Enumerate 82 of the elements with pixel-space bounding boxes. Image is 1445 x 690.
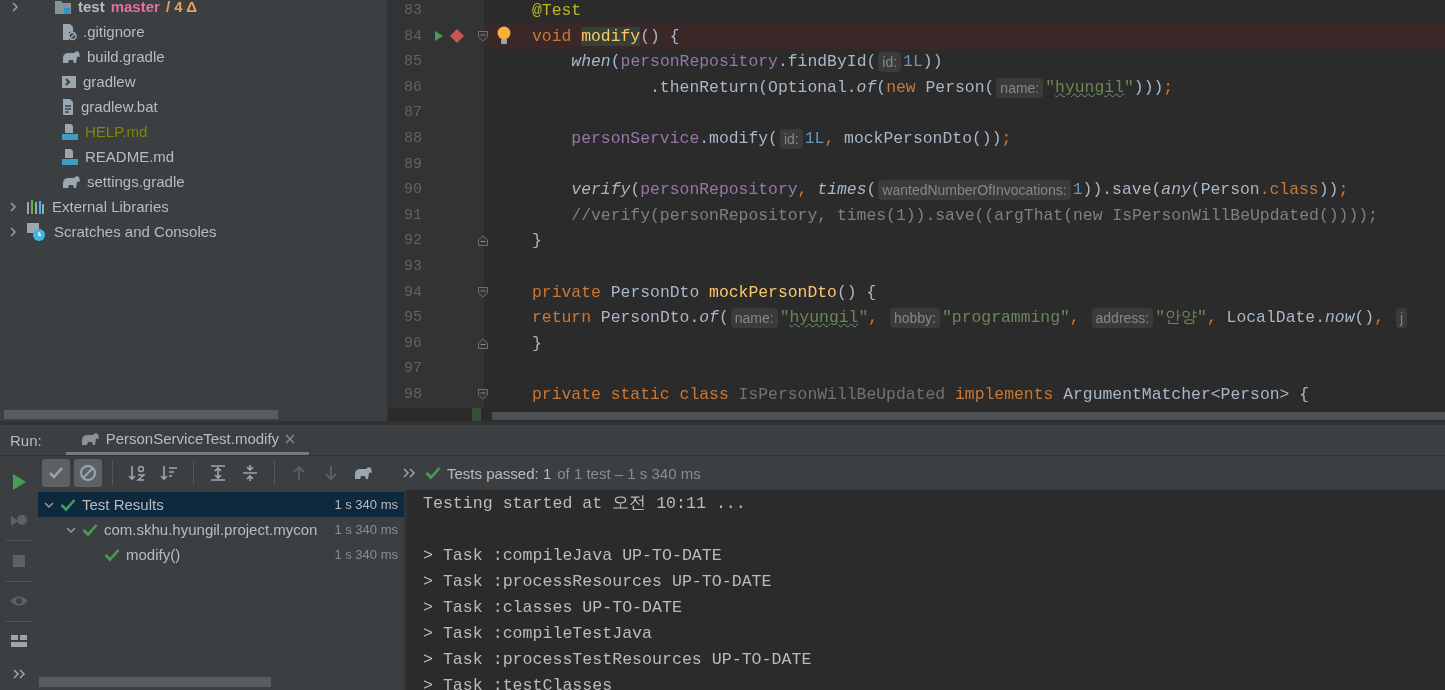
elephant-icon: [61, 173, 81, 190]
fold-icon[interactable]: [478, 235, 488, 247]
elephant-icon: [79, 430, 100, 447]
code-text: return PersonDto.of(: [532, 307, 729, 330]
chevron-icon[interactable]: [8, 201, 18, 212]
code-text: verify(personRepository, times(: [570, 179, 877, 202]
markdown-file-icon: [61, 122, 79, 141]
tree-item[interactable]: README.md: [85, 148, 175, 165]
parameter-hint: id:: [878, 52, 902, 72]
code-text: "programming",: [941, 307, 1081, 330]
parameter-hint: address:: [1091, 307, 1154, 328]
code-text: //verify(personRepository, times(1)).save((argThat(new IsPersonWillBeUpdated())));: [570, 204, 1378, 227]
code-text: void modify() {: [532, 25, 680, 48]
code-text: 1)).save(any(Person.class));: [1072, 179, 1349, 202]
tree-item[interactable]: build.gradle: [87, 48, 165, 65]
chevron-icon[interactable]: [10, 1, 20, 12]
tree-item[interactable]: settings.gradle: [87, 173, 185, 190]
tree-item[interactable]: test: [78, 0, 105, 15]
chevron-icon[interactable]: [66, 524, 76, 535]
test-duration: 1 s 340 ms: [332, 547, 398, 562]
markdown-file-icon: [61, 147, 79, 166]
library-icon: [26, 198, 44, 215]
branch-label: master: [110, 0, 160, 15]
console-output: Testing started at 오전 10:11 ... > Task :compileJava UP-TO-DATE > Task :processResources UP-TO-DATE > Task :classes UP-TO-DATE > Task :compileTestJava > Task :processTestResources UP-TO-DATE > Task :testClasses: [407, 490, 1445, 690]
code-text: "hyungil")));: [1045, 76, 1174, 99]
fold-icon[interactable]: [478, 337, 488, 349]
code-text: personService.modify(: [570, 127, 778, 150]
parameter-hint: name:: [996, 77, 1044, 98]
bulb-icon[interactable]: [496, 26, 512, 47]
tree-item[interactable]: gradlew: [83, 73, 136, 90]
checkmark-icon: [60, 497, 76, 512]
scrollbar-thumb[interactable]: [492, 412, 1445, 420]
parameter-hint: j: [1395, 307, 1407, 328]
scratch-console-icon: [26, 221, 46, 242]
code-text: }: [532, 230, 542, 253]
code-text: "안양", LocalDate.now(),: [1155, 307, 1386, 330]
folder-icon: [54, 0, 72, 15]
test-node[interactable]: Test Results: [82, 496, 164, 513]
code-text: @Test: [532, 0, 582, 22]
breakpoint-icon[interactable]: [450, 29, 464, 44]
code-text: 1L)): [903, 51, 943, 74]
test-node[interactable]: com.skhu.hyungil.project.mycon: [104, 521, 318, 538]
chevron-icon[interactable]: [44, 499, 54, 510]
tree-item[interactable]: gradlew.bat: [81, 98, 158, 115]
checkmark-icon: [82, 522, 98, 537]
test-duration: 1 s 340 ms: [332, 497, 398, 512]
parameter-hint: name:: [730, 307, 778, 328]
code-text: when(personRepository.findById(: [570, 51, 877, 74]
tree-item[interactable]: External Libraries: [52, 198, 169, 215]
tree-item[interactable]: Scratches and Consoles: [54, 223, 217, 240]
test-status: Tests passed: 1: [447, 464, 552, 482]
tree-item[interactable]: .gitignore: [83, 23, 145, 40]
test-duration: 1 s 340 ms: [332, 522, 398, 537]
scrollbar-thumb[interactable]: [4, 410, 278, 419]
parameter-hint: hobby:: [889, 307, 940, 328]
code-text: "hyungil",: [779, 307, 880, 330]
run-tab[interactable]: PersonServiceTest.modify: [65, 425, 310, 455]
test-summary: of 1 test – 1 s 340 ms: [557, 464, 701, 482]
scrollbar-thumb[interactable]: [39, 677, 271, 687]
run-icon[interactable]: [434, 30, 444, 43]
checkmark-icon: [425, 466, 441, 480]
elephant-icon[interactable]: [353, 465, 373, 481]
code-text: private static class IsPersonWillBeUpdated implements ArgumentMatcher<Person> {: [532, 383, 1310, 406]
checkmark-icon: [104, 547, 120, 562]
close-icon[interactable]: [285, 433, 296, 444]
fold-icon[interactable]: [478, 388, 488, 400]
parameter-hint: wantedNumberOfInvocations:: [878, 179, 1071, 200]
code-text: 1L, mockPersonDto());: [804, 127, 1012, 150]
ignored-file-icon: [61, 22, 77, 41]
run-label: Run:: [10, 430, 42, 451]
code-text: }: [532, 332, 542, 355]
code-text: private PersonDto mockPersonDto() {: [532, 281, 877, 304]
change-count: / 4 Δ: [165, 0, 197, 15]
elephant-icon: [61, 48, 81, 65]
fold-icon[interactable]: [478, 30, 488, 42]
fold-icon[interactable]: [478, 286, 488, 298]
terminal-icon: [61, 73, 77, 90]
test-node[interactable]: modify(): [126, 546, 181, 563]
document-icon: [61, 97, 75, 116]
code-text: .thenReturn(Optional.of(new Person(: [649, 76, 995, 99]
chevron-icon[interactable]: [8, 226, 18, 237]
parameter-hint: id:: [779, 128, 803, 149]
